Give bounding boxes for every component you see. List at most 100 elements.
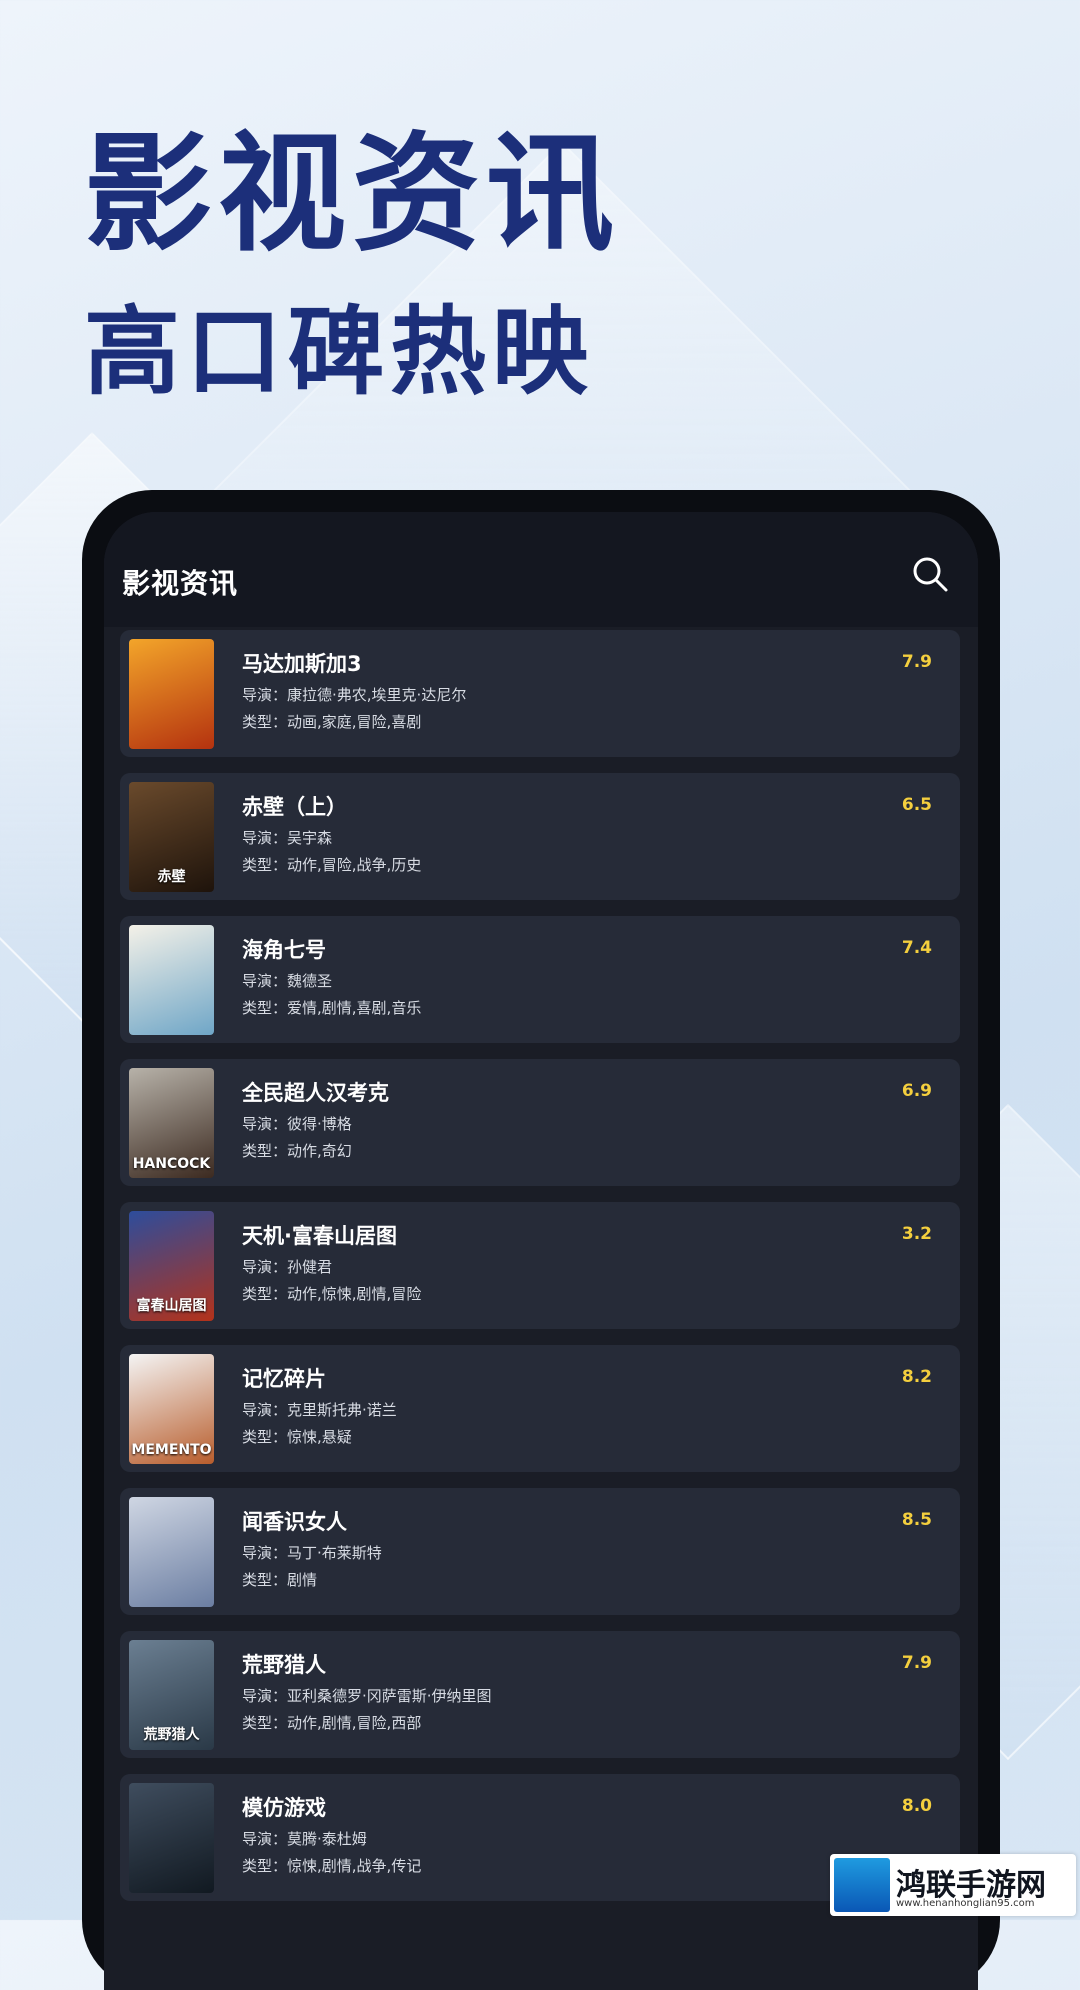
app-screen: 影视资讯 马达加斯加3 导演：康拉德·弗农,埃里克·达尼尔 类型：动画,家庭,冒险,… — [104, 512, 978, 1990]
movie-title: 天机·富春山居图 — [242, 1224, 397, 1248]
movie-title: 全民超人汉考克 — [242, 1081, 389, 1105]
poster-caption: HANCOCK — [132, 1156, 211, 1172]
director-label: 导演： — [242, 1401, 288, 1419]
movie-director: 导演：康拉德·弗农,埃里克·达尼尔 — [242, 684, 466, 706]
app-title: 影视资讯 — [122, 567, 239, 600]
movie-title: 马达加斯加3 — [242, 652, 362, 676]
poster-caption: 富春山居图 — [136, 1298, 207, 1314]
movie-info: 海角七号导演：魏德圣 类型：爱情,剧情,喜剧,音乐 — [242, 936, 421, 1019]
movie-info: 模仿游戏 导演：莫腾·泰杜姆 类型：惊悚,剧情,战争,传记 — [242, 1794, 421, 1877]
director-value: 克里斯托弗·诺兰 — [287, 1401, 397, 1419]
movie-info: 记忆碎片导演：克里斯托弗·诺兰类型：惊悚,悬疑 — [242, 1365, 397, 1448]
movie-poster — [129, 1497, 214, 1607]
movie-genre: 类型：动作,奇幻 — [242, 1140, 389, 1162]
movie-info: 全民超人汉考克导演：彼得·博格类型：动作,奇幻 — [242, 1079, 389, 1162]
movie-card[interactable]: 马达加斯加3 导演：康拉德·弗农,埃里克·达尼尔类型：动画,家庭,冒险,喜剧 7.9 — [120, 630, 960, 757]
movie-card[interactable]: MEMENTO 记忆碎片 导演：克里斯托弗·诺兰 类型：惊悚,悬疑 8.2 — [120, 1345, 960, 1472]
movie-genre: 类型：爱情,剧情,喜剧,音乐 — [242, 997, 421, 1019]
movie-genre: 类型：动作,惊悚,剧情,冒险 — [242, 1283, 421, 1305]
director-value: 亚利桑德罗·冈萨雷斯·伊纳里图 — [287, 1687, 492, 1705]
genre-label: 类型： — [242, 856, 288, 874]
app-header: 影视资讯 — [104, 512, 978, 627]
poster-caption: MEMENTO — [131, 1442, 212, 1458]
watermark: 鸿联手游网 www.henanhonglian95.com — [830, 1854, 1076, 1916]
movie-title: 赤壁（上） — [242, 795, 347, 819]
genre-label: 类型： — [242, 1285, 288, 1303]
poster-caption: 赤壁 — [157, 869, 186, 885]
watermark-url: www.henanhonglian95.com — [896, 1898, 1035, 1909]
genre-label: 类型： — [242, 1428, 288, 1446]
movie-card[interactable]: 荒野猎人 荒野猎人 导演：亚利桑德罗·冈萨雷斯·伊纳里图 类型：动作,剧情,冒险,西部… — [120, 1631, 960, 1758]
search-icon[interactable] — [910, 554, 950, 594]
director-label: 导演： — [242, 1544, 288, 1562]
movie-card[interactable]: 富春山居图 天机·富春山居图 导演：孙健君 类型：动作,惊悚,剧情,冒险 3.2 — [120, 1202, 960, 1329]
director-value: 孙健君 — [287, 1258, 333, 1276]
director-label: 导演： — [242, 1115, 288, 1133]
genre-value: 动作,冒险,战争,历史 — [287, 856, 422, 874]
movie-director: 导演：亚利桑德罗·冈萨雷斯·伊纳里图 — [242, 1685, 492, 1707]
genre-value: 动画,家庭,冒险,喜剧 — [287, 713, 422, 731]
movie-director: 导演：魏德圣 — [242, 970, 421, 992]
genre-value: 剧情 — [287, 1571, 318, 1589]
director-value: 吴宇森 — [287, 829, 333, 847]
movie-score: 6.5 — [901, 795, 932, 815]
movie-card[interactable]: HANCOCK 全民超人汉考克 导演：彼得·博格 类型：动作,奇幻 6.9 — [120, 1059, 960, 1186]
movie-director: 导演：莫腾·泰杜姆 — [242, 1828, 421, 1850]
movie-info: 赤壁（上） 导演：吴宇森 类型：动作,冒险,战争,历史 — [242, 793, 421, 876]
director-label: 导演： — [242, 1258, 288, 1276]
movie-genre: 类型：动作,冒险,战争,历史 — [242, 854, 421, 876]
movie-list: 马达加斯加3 导演：康拉德·弗农,埃里克·达尼尔 类型：动画,家庭,冒险,喜剧 7.9… — [120, 630, 960, 1917]
hero-banner: 影视资讯 高口碑热映 — [84, 120, 620, 422]
genre-value: 动作,惊悚,剧情,冒险 — [287, 1285, 422, 1303]
movie-poster: HANCOCK — [129, 1068, 214, 1178]
hero-title: 影视资讯 — [84, 120, 621, 269]
movie-score: 8.0 — [901, 1796, 932, 1816]
director-value: 康拉德·弗农,埃里克·达尼尔 — [287, 686, 467, 704]
movie-title: 海角七号 — [242, 938, 326, 962]
genre-label: 类型： — [242, 1714, 288, 1732]
movie-card[interactable]: 海角七号导演：魏德圣 类型：爱情,剧情,喜剧,音乐 7.4 — [120, 916, 960, 1043]
director-value: 莫腾·泰杜姆 — [287, 1830, 367, 1848]
genre-label: 类型： — [242, 1571, 288, 1589]
poster-caption: 荒野猎人 — [143, 1727, 200, 1743]
director-label: 导演： — [242, 1687, 288, 1705]
movie-score: 7.4 — [901, 938, 932, 958]
director-label: 导演： — [242, 972, 288, 990]
movie-director: 导演：克里斯托弗·诺兰 — [242, 1399, 397, 1421]
phone-frame: 影视资讯 马达加斯加3 导演：康拉德·弗农,埃里克·达尼尔 类型：动画,家庭,冒险,… — [82, 490, 1000, 1990]
movie-info: 马达加斯加3 导演：康拉德·弗农,埃里克·达尼尔类型：动画,家庭,冒险,喜剧 — [242, 650, 466, 733]
hero-subtitle: 高口碑热映 — [84, 296, 594, 408]
watermark-logo-icon — [834, 1858, 890, 1912]
genre-label: 类型： — [242, 713, 288, 731]
movie-genre: 类型：惊悚,剧情,战争,传记 — [242, 1855, 421, 1877]
movie-score: 7.9 — [901, 1653, 932, 1673]
movie-card[interactable]: 闻香识女人 导演：马丁·布莱斯特 类型：剧情 8.5 — [120, 1488, 960, 1615]
movie-director: 导演：吴宇森 — [242, 827, 421, 849]
movie-director: 导演：孙健君 — [242, 1256, 421, 1278]
movie-card[interactable]: 赤壁 赤壁（上） 导演：吴宇森 类型：动作,冒险,战争,历史 6.5 — [120, 773, 960, 900]
genre-label: 类型： — [242, 1857, 288, 1875]
movie-poster: 富春山居图 — [129, 1211, 214, 1321]
genre-value: 惊悚,悬疑 — [287, 1428, 352, 1446]
genre-value: 惊悚,剧情,战争,传记 — [287, 1857, 422, 1875]
movie-poster — [129, 639, 214, 749]
movie-genre: 类型：动作,剧情,冒险,西部 — [242, 1712, 492, 1734]
director-label: 导演： — [242, 829, 288, 847]
movie-title: 荒野猎人 — [242, 1653, 326, 1677]
movie-director: 导演：马丁·布莱斯特 — [242, 1542, 382, 1564]
movie-genre: 类型：剧情 — [242, 1569, 382, 1591]
director-label: 导演： — [242, 686, 288, 704]
director-label: 导演： — [242, 1830, 288, 1848]
movie-title: 记忆碎片 — [242, 1367, 326, 1391]
movie-info: 天机·富春山居图 导演：孙健君 类型：动作,惊悚,剧情,冒险 — [242, 1222, 421, 1305]
movie-score: 3.2 — [901, 1224, 932, 1244]
movie-title: 模仿游戏 — [242, 1796, 326, 1820]
movie-score: 8.5 — [901, 1510, 932, 1530]
movie-poster — [129, 1783, 214, 1893]
movie-poster: 荒野猎人 — [129, 1640, 214, 1750]
movie-info: 闻香识女人 导演：马丁·布莱斯特 类型：剧情 — [242, 1508, 382, 1591]
movie-title: 闻香识女人 — [242, 1510, 347, 1534]
movie-score: 7.9 — [901, 652, 932, 672]
movie-poster — [129, 925, 214, 1035]
director-value: 彼得·博格 — [287, 1115, 352, 1133]
